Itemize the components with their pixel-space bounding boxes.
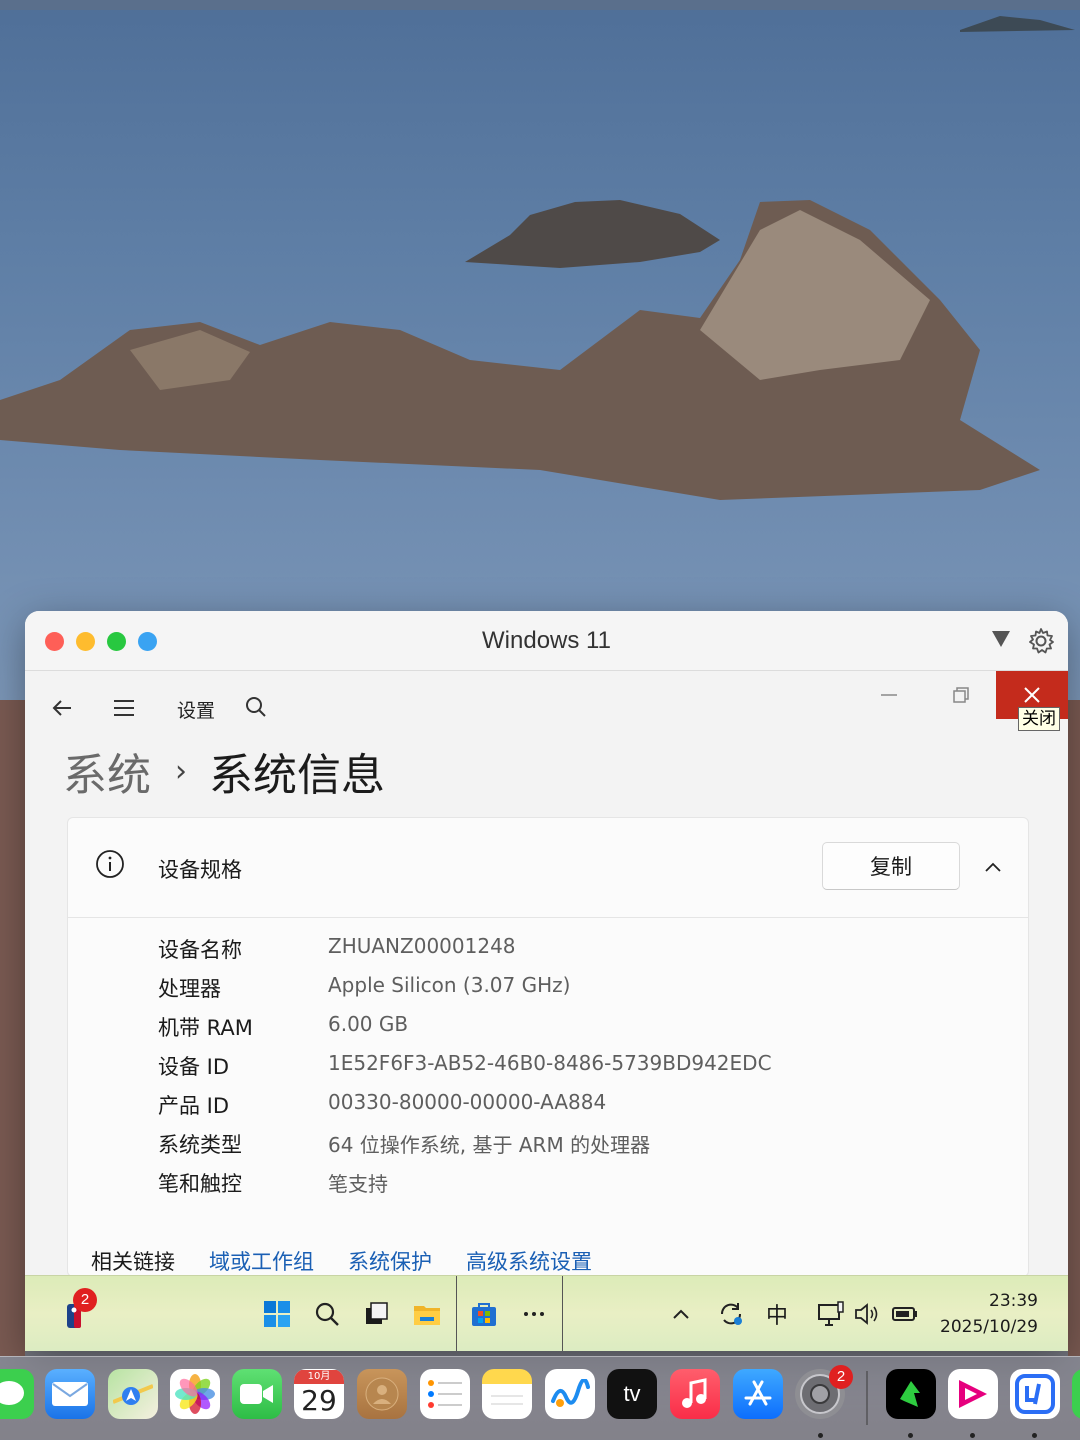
spec-value: ZHUANZ00001248: [328, 934, 516, 958]
related-links: 相关链接 域或工作组 系统保护 高级系统设置: [91, 1246, 626, 1276]
card-title: 设备规格: [158, 858, 242, 882]
more-apps-icon[interactable]: [519, 1299, 549, 1329]
nba-badge: 2: [73, 1288, 97, 1312]
freeform-icon[interactable]: [545, 1369, 595, 1419]
taskbar-divider: [562, 1276, 563, 1351]
close-tooltip: 关闭: [1018, 707, 1060, 731]
file-explorer-icon[interactable]: [412, 1299, 442, 1329]
sync-icon[interactable]: [716, 1299, 746, 1329]
notes-icon[interactable]: [482, 1369, 532, 1419]
vm-title: Windows 11: [482, 627, 611, 654]
close-icon: [1024, 687, 1040, 703]
spec-value: 00330-80000-00000-AA884: [328, 1090, 607, 1114]
spec-value: Apple Silicon (3.07 GHz): [328, 973, 571, 997]
photos-icon[interactable]: [170, 1369, 220, 1419]
domain-workgroup-link[interactable]: 域或工作组: [209, 1246, 314, 1276]
spec-label: 产品 ID: [158, 1094, 230, 1118]
messages-icon[interactable]: [0, 1369, 34, 1419]
related-links-title: 相关链接: [91, 1250, 175, 1274]
device-specs-card: 设备规格 复制 设备名称 ZHUANZ00001248 处理器 Apple Si…: [67, 817, 1029, 1277]
copy-button[interactable]: 复制: [822, 842, 960, 890]
apple-tv-label: tv: [623, 1381, 641, 1406]
calendar-month: 10月: [294, 1370, 344, 1384]
vm-titlebar: Windows 11: [25, 611, 1068, 671]
info-icon: [96, 850, 124, 878]
app-4-icon[interactable]: [1072, 1369, 1080, 1419]
app-store-icon[interactable]: [733, 1369, 783, 1419]
windows-taskbar: 2 中 23:39 2025/10/29: [25, 1275, 1068, 1351]
breadcrumb: 系统 › 系统信息: [63, 741, 385, 801]
apple-tv-icon[interactable]: tv: [607, 1369, 657, 1419]
hamburger-menu-icon[interactable]: [111, 695, 137, 721]
battery-icon[interactable]: [890, 1299, 920, 1329]
running-indicator: [970, 1433, 975, 1438]
running-indicator: [908, 1433, 913, 1438]
spec-label: 设备 ID: [158, 1055, 230, 1079]
spec-label: 机带 RAM: [158, 1016, 253, 1040]
running-indicator: [1032, 1433, 1037, 1438]
dock-divider: [866, 1371, 868, 1425]
contacts-icon[interactable]: [357, 1369, 407, 1419]
system-protection-link[interactable]: 系统保护: [348, 1246, 432, 1276]
breadcrumb-parent[interactable]: 系统: [63, 739, 151, 803]
macos-dock: 10月 29 tv 2: [0, 1356, 1080, 1440]
calendar-icon[interactable]: 10月 29: [294, 1369, 344, 1419]
volume-icon[interactable]: [852, 1299, 882, 1329]
spec-label: 笔和触控: [158, 1172, 242, 1196]
clock[interactable]: 23:39 2025/10/29: [940, 1288, 1038, 1340]
app-1-icon[interactable]: [886, 1369, 936, 1419]
nba-app-icon[interactable]: 2: [59, 1288, 97, 1330]
app-title: 设置: [177, 700, 216, 722]
app-3-icon[interactable]: [1010, 1369, 1060, 1419]
card-header[interactable]: 设备规格 复制: [68, 818, 1028, 918]
vm-window: Windows 11 设置 关闭 系统 › 系统信息 设备规格 复制 设备名称 …: [25, 611, 1068, 1351]
spec-value: 6.00 GB: [328, 1012, 409, 1036]
chevron-up-icon[interactable]: [980, 854, 1006, 880]
spec-value: 笔支持: [328, 1172, 388, 1196]
spec-value: 1E52F6F3-AB52-46B0-8486-5739BD942EDC: [328, 1051, 772, 1075]
running-indicator: [818, 1433, 823, 1438]
settings-badge: 2: [829, 1365, 853, 1389]
restore-icon[interactable]: [949, 683, 973, 707]
spec-label: 设备名称: [158, 938, 242, 962]
chevron-up-icon[interactable]: [666, 1299, 696, 1329]
calendar-day: 29: [301, 1384, 337, 1417]
windows-start-icon[interactable]: [262, 1299, 292, 1329]
spec-value: 64 位操作系统, 基于 ARM 的处理器: [328, 1133, 651, 1157]
page-title: 系统信息: [209, 750, 385, 801]
minimize-icon[interactable]: [877, 683, 901, 707]
spec-label: 系统类型: [158, 1133, 242, 1157]
ime-indicator[interactable]: 中: [766, 1298, 788, 1330]
back-arrow-icon[interactable]: [49, 695, 75, 721]
mail-icon[interactable]: [45, 1369, 95, 1419]
network-icon[interactable]: [816, 1299, 846, 1329]
breadcrumb-chevron-icon: ›: [175, 753, 187, 789]
spec-label: 处理器: [158, 977, 221, 1001]
vm-gear-icon[interactable]: [1027, 627, 1055, 655]
search-icon[interactable]: [243, 695, 269, 721]
facetime-icon[interactable]: [232, 1369, 282, 1419]
clock-time: 23:39: [989, 1291, 1038, 1311]
task-view-icon[interactable]: [362, 1299, 392, 1329]
reminders-icon[interactable]: [420, 1369, 470, 1419]
taskbar-divider: [456, 1276, 457, 1351]
microsoft-store-icon[interactable]: [469, 1299, 499, 1329]
clock-date: 2025/10/29: [940, 1317, 1038, 1337]
search-icon[interactable]: [312, 1299, 342, 1329]
settings-window: 设置 关闭 系统 › 系统信息 设备规格 复制 设备名称 ZHUANZ00001…: [25, 671, 1068, 1277]
advanced-system-settings-link[interactable]: 高级系统设置: [466, 1246, 592, 1276]
app-2-icon[interactable]: [948, 1369, 998, 1419]
maps-icon[interactable]: [108, 1369, 158, 1419]
music-icon[interactable]: [670, 1369, 720, 1419]
vm-dropdown-icon[interactable]: [992, 631, 1010, 647]
